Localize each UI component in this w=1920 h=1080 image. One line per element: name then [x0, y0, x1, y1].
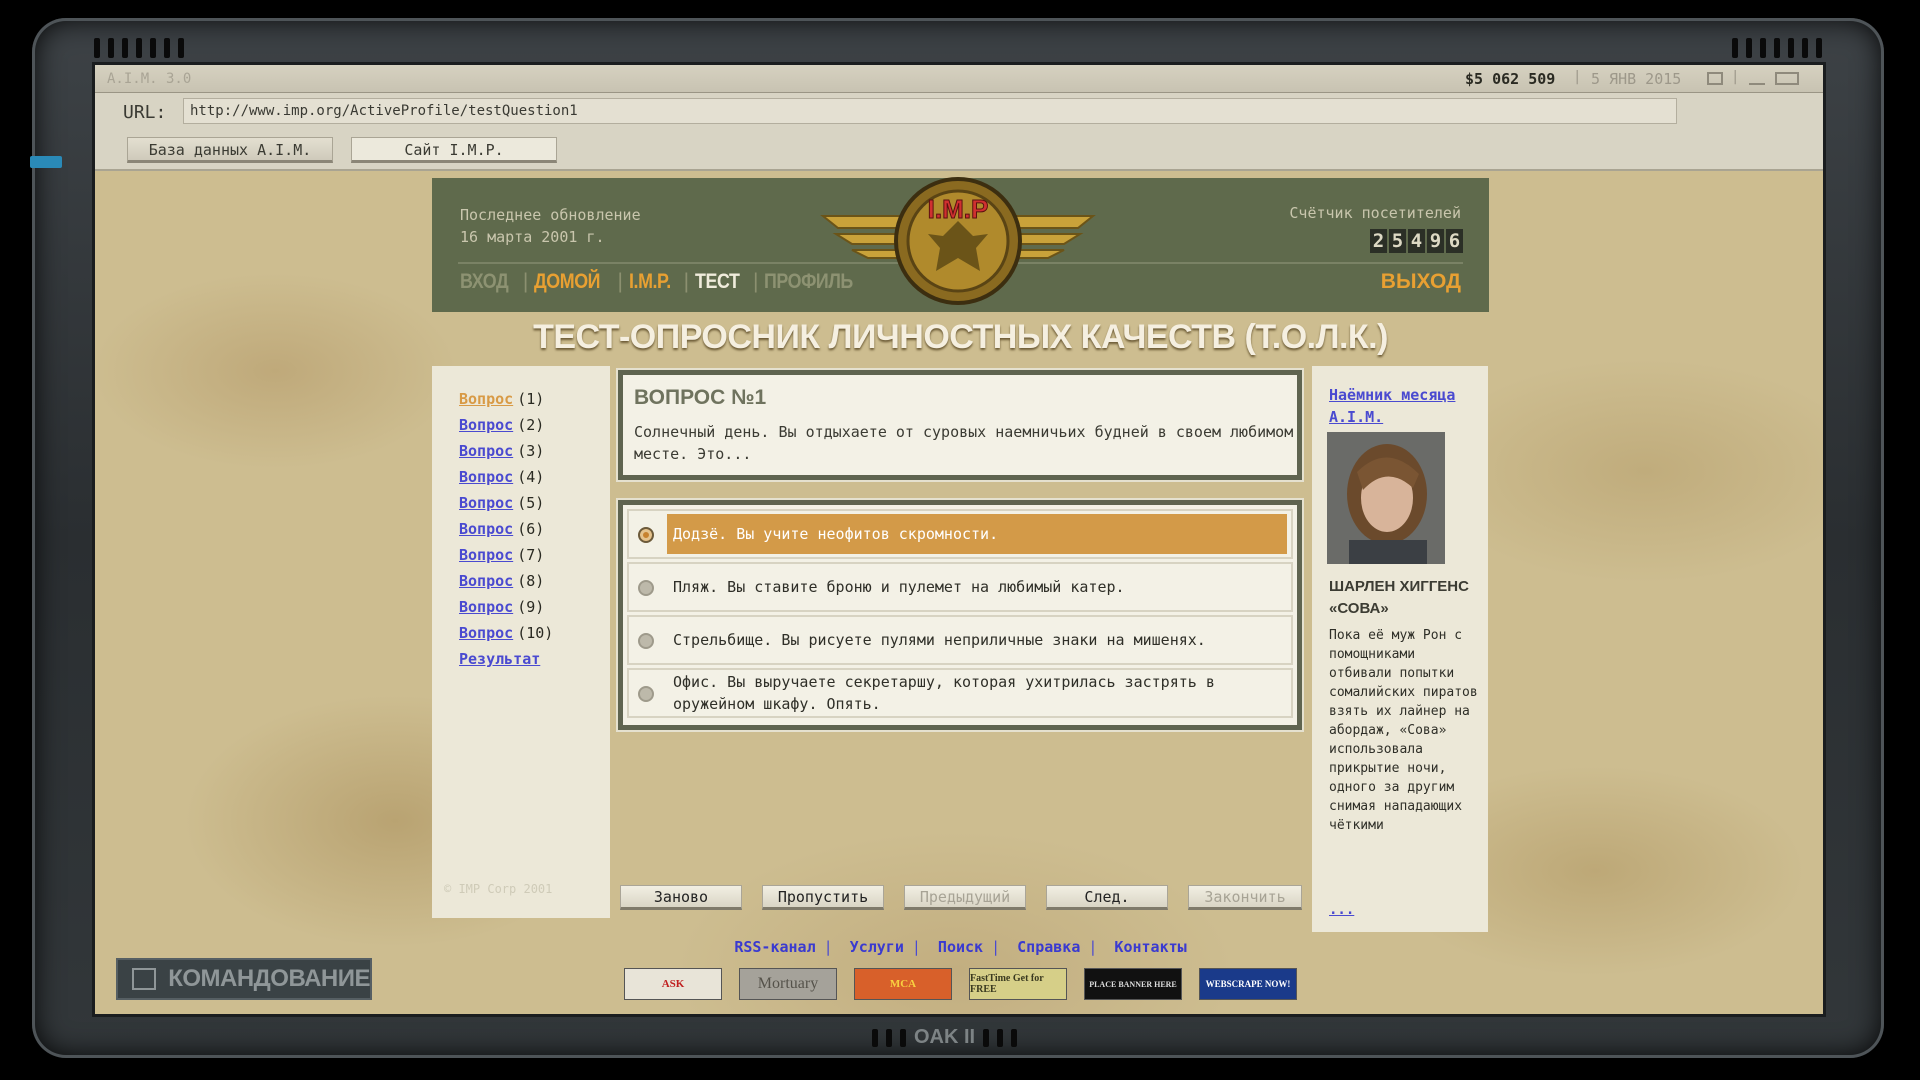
finish-button[interactable]: Закончить: [1188, 885, 1302, 910]
question-text: Солнечный день. Вы отдыхаете от суровых …: [634, 423, 1294, 463]
question-heading: ВОПРОС №1: [634, 386, 767, 409]
radio-selected-icon[interactable]: [638, 527, 654, 543]
merc-of-month-panel: Наёмник месяца A.I.M. ШАРЛЕН ХИГГЕНС «СО…: [1312, 366, 1488, 932]
command-icon: [132, 968, 157, 990]
balance: $5 062 509: [1465, 70, 1556, 88]
portrait-image: [1327, 432, 1445, 564]
merc-portrait[interactable]: [1327, 432, 1445, 564]
ad-banners: ASK Mortuary MCA FastTime Get for FREE P…: [624, 968, 1297, 1000]
footer-link-contacts[interactable]: Контакты: [1114, 938, 1186, 956]
tab-bar: База данных A.I.M. Сайт I.M.P.: [95, 131, 1823, 171]
page-title: ТЕСТ-ОПРОСНИК ЛИЧНОСТНЫХ КАЧЕСТВ (Т.О.Л.…: [533, 318, 1388, 356]
question-sidebar: Вопрос (1) Вопрос (2) Вопрос (3) Вопрос (4) …: [432, 366, 610, 918]
question-link-4[interactable]: Вопрос: [459, 468, 513, 486]
question-link-5[interactable]: Вопрос: [459, 494, 513, 512]
banner-place-here[interactable]: PLACE BANNER HERE: [1084, 968, 1182, 1000]
imp-eagle-emblem-icon: I.M.P: [820, 177, 1096, 305]
question-link-9[interactable]: Вопрос: [459, 598, 513, 616]
date: 5 ЯНВ 2015: [1591, 70, 1682, 88]
address-bar: URL: http://www.imp.org/ActiveProfile/te…: [95, 93, 1823, 131]
side-led: [30, 156, 62, 168]
radio-icon[interactable]: [638, 686, 654, 702]
answer-option-1[interactable]: Додзё. Вы учите неофитов скромности.: [627, 509, 1293, 559]
vent-right: [1732, 38, 1822, 58]
copyright: © IMP Corp 2001: [444, 882, 553, 896]
radio-icon[interactable]: [638, 580, 654, 596]
question-list: Вопрос (1) Вопрос (2) Вопрос (3) Вопрос (4) …: [459, 390, 554, 668]
nav-home[interactable]: ДОМОЙ: [534, 270, 600, 294]
url-input[interactable]: http://www.imp.org/ActiveProfile/testQue…: [183, 98, 1677, 124]
visitor-counter-label: Счётчик посетителей: [1289, 204, 1461, 222]
question-link-2[interactable]: Вопрос: [459, 416, 513, 434]
question-link-1[interactable]: Вопрос: [459, 390, 513, 408]
tab-aim-database[interactable]: База данных A.I.M.: [127, 137, 333, 163]
banner-mca[interactable]: MCA: [854, 968, 952, 1000]
command-button[interactable]: КОМАНДОВАНИЕ: [116, 958, 372, 1000]
battery-icon: [1775, 72, 1799, 85]
os-version: A.I.M. 3.0: [107, 71, 192, 87]
footer-link-search[interactable]: Поиск: [938, 938, 983, 956]
banner-fasttime[interactable]: FastTime Get for FREE: [969, 968, 1067, 1000]
site-nav: ВХОД | ДОМОЙ | I.M.P. | ТЕСТ | ПРОФИЛЬ: [460, 270, 853, 294]
footer-link-rss[interactable]: RSS-канал: [734, 938, 815, 956]
status-bar: A.I.M. 3.0 $5 062 509 | 5 ЯНВ 2015 |: [95, 65, 1823, 93]
question-box: ВОПРОС №1 Солнечный день. Вы отдыхаете о…: [618, 370, 1302, 480]
footer-links: RSS-канал | Услуги | Поиск | Справка | Конта…: [734, 938, 1187, 956]
radio-icon[interactable]: [638, 633, 654, 649]
tab-imp-site[interactable]: Сайт I.M.P.: [351, 137, 557, 163]
merc-of-month-link[interactable]: Наёмник месяца A.I.M.: [1329, 384, 1469, 428]
banner-ask[interactable]: ASK: [624, 968, 722, 1000]
vent-left: [94, 38, 184, 58]
answer-option-4[interactable]: Офис. Вы выручаете секретаршу, которая у…: [627, 668, 1293, 718]
read-more-link[interactable]: ...: [1329, 902, 1354, 918]
question-link-6[interactable]: Вопрос: [459, 520, 513, 538]
last-updated: Последнее обновление 16 марта 2001 г.: [460, 206, 641, 246]
answer-option-3[interactable]: Стрельбище. Вы рисуете пулями неприличны…: [627, 615, 1293, 665]
answer-options: Додзё. Вы учите неофитов скромности. Пля…: [618, 500, 1302, 730]
nav-test[interactable]: ТЕСТ: [695, 270, 740, 294]
logo-text: I.M.P: [928, 194, 989, 224]
command-label: КОМАНДОВАНИЕ: [168, 965, 370, 992]
merc-bio: Пока её муж Рон с помощниками отбивали п…: [1329, 628, 1478, 833]
restart-button[interactable]: Заново: [620, 885, 742, 910]
signal-icon: [1749, 72, 1765, 85]
logout-link[interactable]: ВЫХОД: [1381, 270, 1461, 294]
url-label: URL:: [123, 102, 167, 123]
answer-option-2[interactable]: Пляж. Вы ставите броню и пулемет на люби…: [627, 562, 1293, 612]
skip-button[interactable]: Пропустить: [762, 885, 884, 910]
question-link-8[interactable]: Вопрос: [459, 572, 513, 590]
question-link-3[interactable]: Вопрос: [459, 442, 513, 460]
question-link-7[interactable]: Вопрос: [459, 546, 513, 564]
footer-link-help[interactable]: Справка: [1017, 938, 1080, 956]
banner-webscrape[interactable]: WEBSCRAPE NOW!: [1199, 968, 1297, 1000]
result-link[interactable]: Результат: [459, 650, 540, 668]
footer-link-services[interactable]: Услуги: [850, 938, 904, 956]
brand-label: OAK II: [914, 1026, 976, 1048]
visitor-counter: 2 5 4 9 6: [1370, 229, 1463, 253]
banner-mortuary[interactable]: Mortuary: [739, 968, 837, 1000]
previous-button[interactable]: Предыдущий: [904, 885, 1026, 910]
next-button[interactable]: След.: [1046, 885, 1168, 910]
nav-imp[interactable]: I.M.P.: [629, 270, 671, 294]
laptop-brand: OAK II: [872, 1026, 1018, 1049]
nav-login[interactable]: ВХОД: [460, 270, 509, 294]
merc-name: ШАРЛЕН ХИГГЕНС «СОВА»: [1329, 578, 1469, 617]
question-link-10[interactable]: Вопрос: [459, 624, 513, 642]
calendar-icon[interactable]: [1707, 72, 1723, 85]
